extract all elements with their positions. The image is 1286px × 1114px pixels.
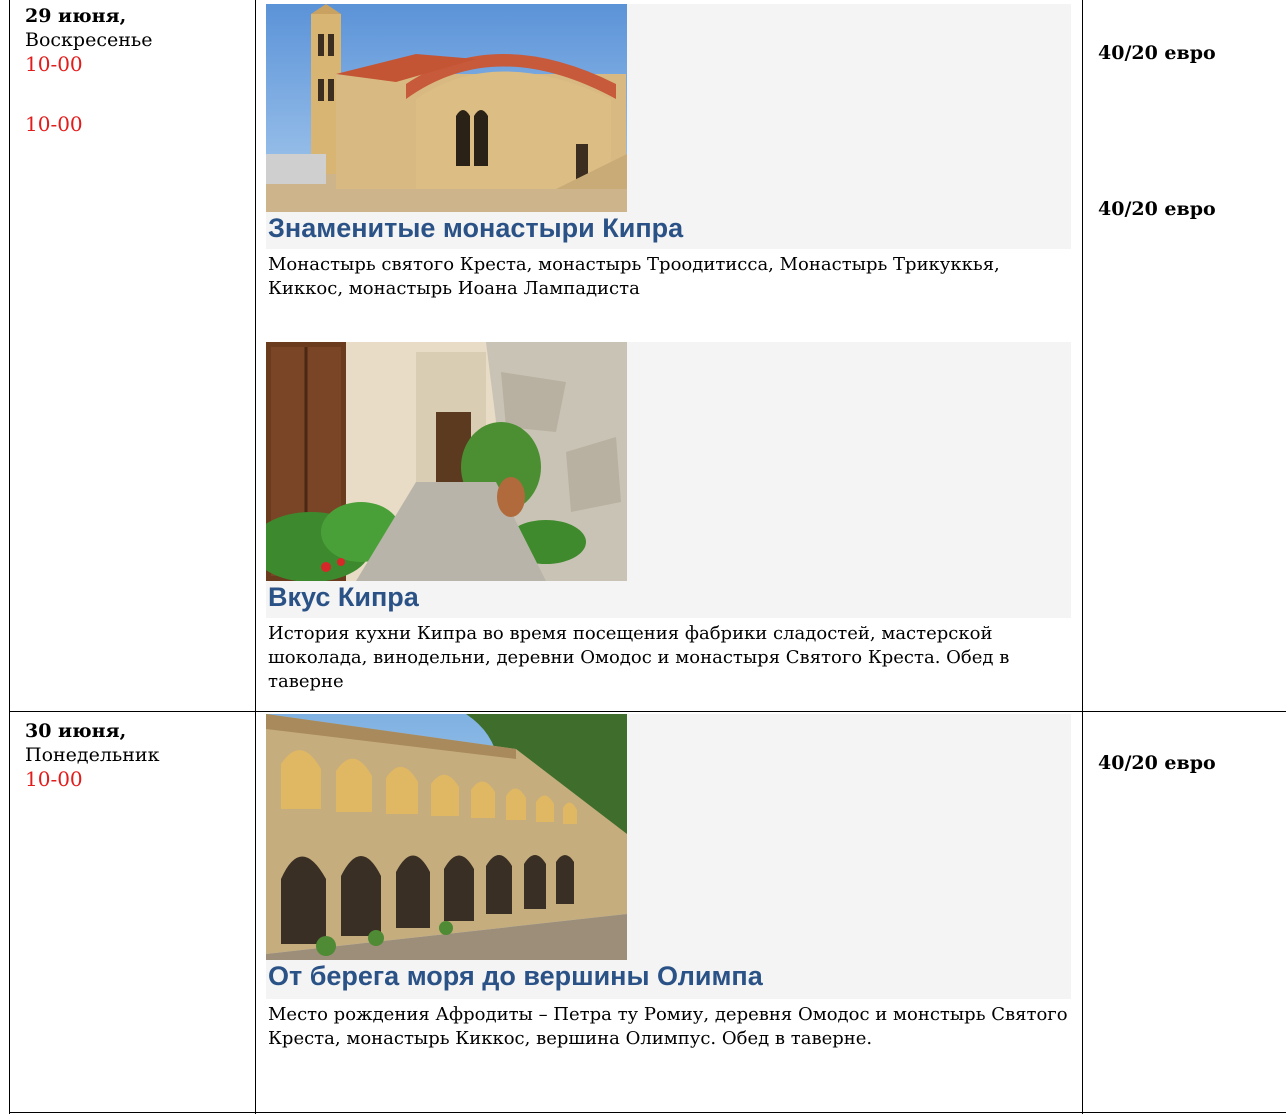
- row-2-date: 30 июня,: [25, 720, 127, 742]
- tour-3-description: Место рождения Афродиты – Петра ту Ромиу…: [268, 1004, 1068, 1049]
- row-1-price-cell: 40/20 евро 40/20 евро: [1082, 0, 1286, 711]
- tour-famous-monasteries: Знаменитые монастыри Кипра Монастырь свя…: [266, 4, 1071, 301]
- row-1-price-2: 40/20 евро: [1098, 198, 1216, 220]
- row-1-time-1: 10-00: [25, 52, 83, 76]
- tour-1-description: Монастырь святого Креста, монастырь Троо…: [268, 254, 1000, 299]
- row-2-price-cell: 40/20 евро: [1082, 712, 1286, 1112]
- table-border-col1: [255, 0, 256, 1114]
- row-2-time-1: 10-00: [25, 767, 83, 791]
- tour-3-header: От берега моря до вершины Олимпа: [266, 714, 1071, 999]
- tour-2-title: Вкус Кипра: [268, 582, 419, 612]
- row-1-time-2: 10-00: [25, 112, 83, 136]
- row-2-weekday: Понедельник: [25, 744, 160, 766]
- tour-3-title: От берега моря до вершины Олимпа: [268, 961, 763, 991]
- tour-2-header: Вкус Кипра: [266, 342, 1071, 618]
- table-border-left: [9, 0, 10, 1114]
- row-1-date: 29 июня,: [25, 5, 127, 27]
- row-2-date-cell: 30 июня, Понедельник 10-00: [25, 720, 250, 792]
- monastery-arcade-photo: [266, 714, 627, 960]
- tour-1-title: Знаменитые монастыри Кипра: [268, 213, 684, 243]
- monastery-church-photo: [266, 4, 627, 212]
- tour-2-description: История кухни Кипра во время посещения ф…: [268, 623, 1010, 692]
- table-border-bottom: [9, 1112, 1286, 1113]
- tour-1-header: Знаменитые монастыри Кипра: [266, 4, 1071, 249]
- tour-taste-of-cyprus: Вкус Кипра История кухни Кипра во время …: [266, 342, 1071, 694]
- village-courtyard-photo: [266, 342, 627, 581]
- row-1-weekday: Воскресенье: [25, 29, 153, 51]
- tour-sea-to-olympus: От берега моря до вершины Олимпа Место р…: [266, 714, 1071, 1051]
- row-1-price-1: 40/20 евро: [1098, 42, 1216, 64]
- row-1-date-cell: 29 июня, Воскресенье 10-00 10-00: [25, 5, 250, 137]
- row-2-price-1: 40/20 евро: [1098, 752, 1216, 774]
